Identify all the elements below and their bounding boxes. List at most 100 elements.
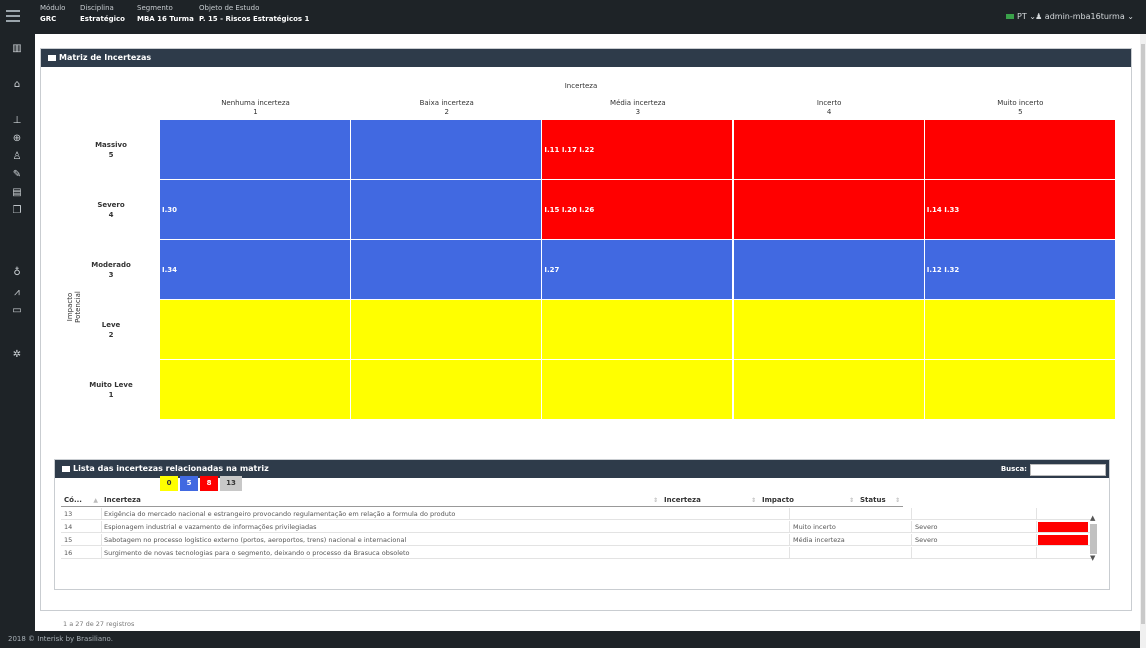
matrix-cell[interactable] (160, 300, 351, 360)
matrix-cell[interactable]: I.11 I.17 I.22 (542, 120, 734, 180)
page-scrollbar[interactable] (1140, 34, 1146, 648)
row-number: 5 (108, 151, 114, 159)
book-icon[interactable]: ▤ (9, 186, 25, 200)
copy-icon[interactable]: ❐ (9, 204, 25, 218)
row-label: Leve (101, 321, 121, 329)
matrix-cell[interactable] (351, 180, 543, 240)
column-label: Média incerteza (610, 99, 666, 107)
row-header: Moderado 3 (71, 260, 151, 280)
matrix-cell[interactable] (542, 360, 734, 420)
folder-icon[interactable]: ▭ (9, 304, 25, 318)
menu-toggle-icon[interactable] (6, 10, 20, 22)
table-header[interactable]: Incerteza ⇕ (101, 494, 661, 507)
table-row[interactable]: 14 Espionagem industrial e vazamento de i… (61, 521, 1091, 533)
table-header[interactable]: Incerteza ⇕ (661, 494, 759, 507)
matrix-cell[interactable] (351, 360, 543, 420)
language-selector[interactable]: PT ⌄ (1006, 12, 1036, 21)
column-header: Baixa incerteza 2 (351, 99, 542, 117)
sort-icon[interactable]: ⇕ (895, 494, 900, 507)
matrix-cell[interactable] (542, 300, 734, 360)
matrix-cell[interactable]: I.12 I.32 (924, 240, 1116, 300)
bar-chart-icon[interactable]: ▥ (9, 42, 25, 56)
matrix-cell[interactable] (733, 120, 925, 180)
column-number: 5 (1018, 108, 1023, 116)
search-input[interactable] (1030, 464, 1106, 476)
matrix-cell[interactable]: I.15 I.20 I.26 (542, 180, 734, 240)
user-search-icon[interactable]: ♙ (9, 150, 25, 164)
table-row[interactable]: 16 Surgimento de novas tecnologias para o… (61, 547, 1091, 559)
scroll-thumb[interactable] (1090, 524, 1097, 554)
footer: 2018 © Interisk by Brasiliano. (0, 631, 1140, 648)
matrix-cell[interactable] (924, 120, 1116, 180)
column-header: Média incerteza 3 (542, 99, 733, 117)
table-row[interactable]: 15 Sabotagem no processo logístico extern… (61, 534, 1091, 546)
matrix-cell[interactable] (924, 360, 1116, 420)
x-axis-title: Incerteza (564, 82, 598, 90)
records-info: 1 a 27 de 27 registros (63, 620, 135, 628)
bulb-icon[interactable]: ♁ (9, 266, 25, 280)
column-number: 3 (635, 108, 641, 116)
matrix-cell[interactable] (351, 120, 543, 180)
sort-icon[interactable]: ▲ (93, 494, 98, 507)
row-number: 2 (108, 331, 114, 339)
folder-icon (48, 54, 56, 61)
row-header: Massivo 5 (71, 140, 151, 160)
table-header[interactable]: Impacto ⇕ (759, 494, 857, 507)
lock-icon[interactable]: ⊕ (9, 132, 25, 146)
table-header[interactable]: Có... ▲ (61, 494, 101, 507)
cell-incerteza: Muito incerto (793, 523, 836, 531)
table-header[interactable]: Status ⇕ (857, 494, 903, 507)
matrix-cell[interactable]: I.34 (160, 240, 351, 300)
legend-count: 8 (200, 476, 218, 491)
row-header: Severo 4 (71, 200, 151, 220)
org-chart-icon[interactable]: ⊥ (9, 114, 25, 128)
column-header: Nenhuma incerteza 1 (160, 99, 351, 117)
matrix-cell[interactable] (733, 180, 925, 240)
scroll-down-icon[interactable]: ▼ (1090, 554, 1095, 562)
matrix-cell[interactable] (351, 240, 543, 300)
matrix-cell[interactable]: I.27 (542, 240, 734, 300)
row-label: Massivo (95, 141, 127, 149)
home-icon[interactable]: ⌂ (9, 78, 25, 92)
matrix-cell[interactable] (160, 360, 351, 420)
table-header-label: Impacto (762, 496, 794, 504)
crumb-disciplina[interactable]: Disciplina Estratégico (80, 3, 125, 25)
cell-impacto: Severo (915, 523, 938, 531)
table-scrollbar[interactable]: ▲ ▼ (1089, 514, 1098, 564)
cell-code: 15 (64, 536, 73, 544)
matrix-cell[interactable]: I.14 I.33 (924, 180, 1116, 240)
cell-desc: Espionagem industrial e vazamento de inf… (104, 523, 317, 531)
column-label: Baixa incerteza (419, 99, 474, 107)
flag-icon (1006, 14, 1015, 19)
matrix-cell[interactable] (924, 300, 1116, 360)
scroll-up-icon[interactable]: ▲ (1090, 514, 1095, 522)
table-row[interactable]: 13 Exigência do mercado nacional e estran… (61, 508, 1091, 520)
table-header-label: Incerteza (664, 496, 701, 504)
matrix-cell[interactable] (733, 360, 925, 420)
column-header: Incerto 4 (734, 99, 925, 117)
cell-incerteza: Média incerteza (793, 536, 845, 544)
cell-desc: Surgimento de novas tecnologias para o s… (104, 549, 410, 557)
gear-icon[interactable]: ✲ (9, 348, 25, 362)
crumb-segmento[interactable]: Segmento MBA 16 Turma (137, 3, 194, 25)
sidebar: ▥ ⌂ ⊥ ⊕ ♙ ✎ ▤ ❐ ♁ ⩘ ▭ ✲ (0, 34, 35, 631)
edit-icon[interactable]: ✎ (9, 168, 25, 182)
matrix-cell[interactable] (351, 300, 543, 360)
cell-desc: Exigência do mercado nacional e estrange… (104, 510, 456, 518)
user-menu[interactable]: ♟ admin-mba16turma ⌄ (1035, 12, 1134, 21)
column-label: Muito incerto (997, 99, 1044, 107)
column-number: 4 (826, 108, 832, 116)
sort-icon[interactable]: ⇕ (849, 494, 854, 507)
crumb-modulo[interactable]: Módulo GRC (40, 3, 65, 25)
page-scroll-thumb[interactable] (1141, 44, 1145, 624)
status-flag (1038, 535, 1088, 545)
line-chart-icon[interactable]: ⩘ (9, 286, 25, 300)
matrix-cell[interactable] (160, 120, 351, 180)
sort-icon[interactable]: ⇕ (653, 494, 658, 507)
matrix-cell[interactable] (733, 240, 925, 300)
sort-icon[interactable]: ⇕ (751, 494, 756, 507)
crumb-objeto[interactable]: Objeto de Estudo P. 15 - Riscos Estratég… (199, 3, 309, 25)
matrix-cell[interactable] (733, 300, 925, 360)
cell-code: 16 (64, 549, 73, 557)
matrix-cell[interactable]: I.30 (160, 180, 351, 240)
